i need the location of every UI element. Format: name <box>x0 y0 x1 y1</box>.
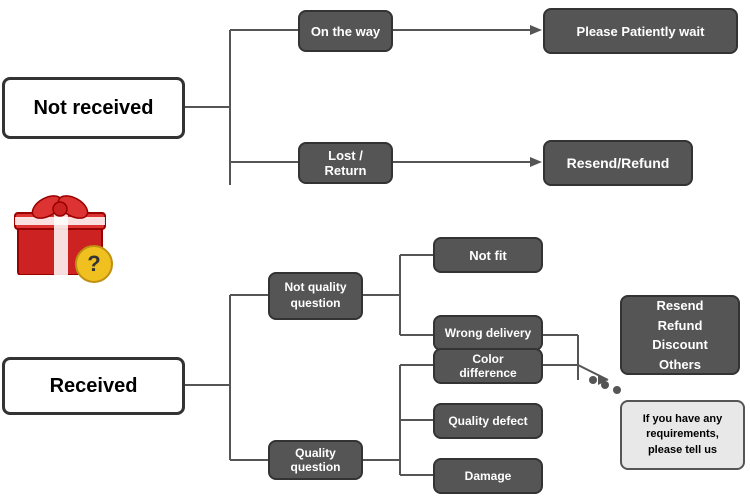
resend-options-node: Resend Refund Discount Others <box>620 295 740 375</box>
damage-node: Damage <box>433 458 543 494</box>
please-wait-node: Please Patiently wait <box>543 8 738 54</box>
question-icon: ? <box>75 245 113 283</box>
color-difference-node: Color difference <box>433 348 543 384</box>
received-node: Received <box>2 357 185 415</box>
requirements-node: If you have any requirements, please tel… <box>620 400 745 470</box>
not-quality-question-node: Not quality question <box>268 272 363 320</box>
quality-question-node: Quality question <box>268 440 363 480</box>
resend-refund-top-node: Resend/Refund <box>543 140 693 186</box>
wrong-delivery-node: Wrong delivery <box>433 315 543 351</box>
lost-return-node: Lost / Return <box>298 142 393 184</box>
diagram: Not received On the way Please Patiently… <box>0 0 750 500</box>
not-fit-node: Not fit <box>433 237 543 273</box>
not-received-node: Not received <box>2 77 185 139</box>
quality-defect-node: Quality defect <box>433 403 543 439</box>
on-the-way-node: On the way <box>298 10 393 52</box>
